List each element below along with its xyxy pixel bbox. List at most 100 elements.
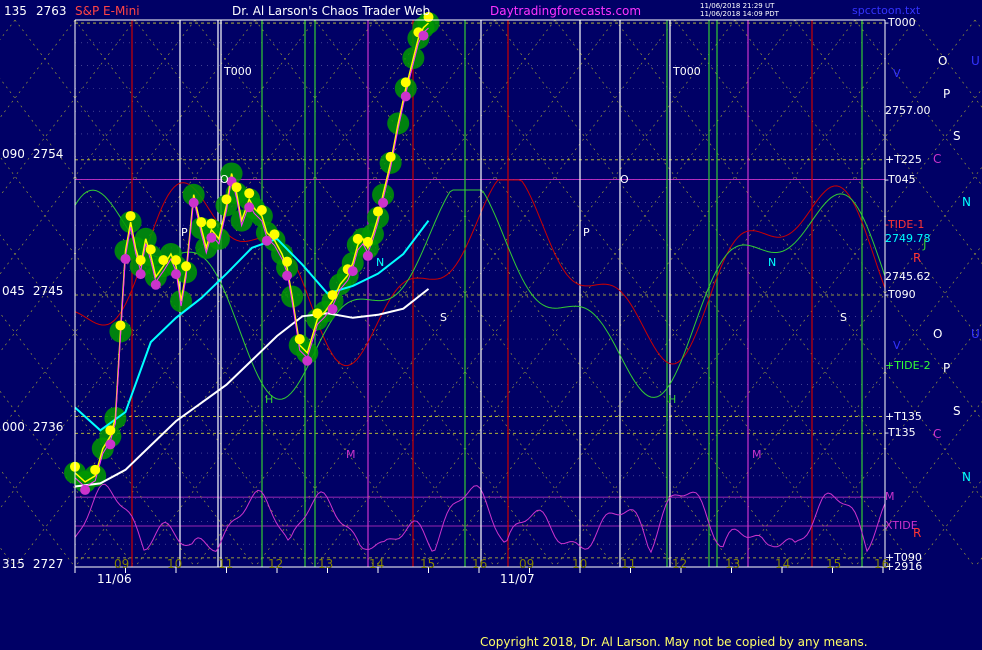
y-tick-2745: 045 2745	[2, 284, 64, 298]
planet-label: O	[933, 327, 943, 341]
y-tick-2727: 315 2727	[2, 557, 64, 571]
planet-label: O	[938, 54, 948, 68]
price-high-dot	[373, 206, 383, 217]
xtide-line	[74, 483, 886, 554]
price-high-dot	[244, 188, 255, 199]
price-high-dot	[327, 290, 338, 301]
price-high-dot	[385, 151, 396, 162]
planet-label: C	[933, 427, 942, 441]
right-label: -T135	[885, 426, 916, 440]
price-low-dot	[378, 197, 389, 208]
x-tick-15-day2: 15	[826, 557, 842, 571]
planet-label: P	[943, 361, 951, 375]
x-tick-11-day2: 11	[621, 557, 637, 571]
diagonal-lattice-line	[974, 557, 982, 568]
price-low-dot	[400, 91, 411, 102]
timestamp-ut: 11/06/2018 21:29 UT	[700, 2, 775, 10]
price-high-dot	[135, 255, 146, 266]
price-low-dot	[135, 269, 146, 280]
diagonal-lattice-line	[734, 244, 982, 568]
x-tick-13-day2: 13	[725, 557, 741, 571]
x-tick-12-day2: 12	[672, 557, 688, 571]
price-high-dot	[145, 244, 156, 255]
price-high-dot	[90, 464, 101, 475]
plot-marker: M	[752, 448, 762, 461]
date-label-1: 11/06	[97, 572, 132, 586]
right-label: +T225	[885, 152, 922, 166]
price-high-dot	[400, 77, 411, 88]
diagonal-lattice-line	[974, 19, 982, 30]
planet-label: U	[971, 54, 980, 68]
price-high-dot	[256, 205, 267, 216]
x-tick-09: 09	[114, 557, 130, 571]
price-high-dot	[125, 211, 136, 222]
price-high-dot	[115, 320, 126, 331]
price-high-dot	[196, 217, 207, 228]
price-high-dot	[221, 194, 232, 205]
right-label: +T135	[885, 409, 922, 423]
header-price: 2763	[36, 4, 67, 18]
planet-label: N	[962, 195, 971, 209]
right-label: -TIDE-1	[885, 218, 925, 232]
plot-marker: V	[893, 67, 901, 80]
site-name: Daytradingforecasts.com	[490, 4, 642, 18]
x-tick-09-day2: 09	[519, 557, 535, 571]
x-tick-14-day2: 14	[775, 557, 791, 571]
chart-title: Dr. Al Larson's Chaos Trader Web	[232, 4, 431, 18]
price-high-dot	[312, 308, 323, 319]
right-label: +2916	[885, 560, 923, 573]
right-label: -T045	[885, 172, 916, 186]
plot-marker: P	[583, 226, 590, 239]
planet-label: C	[933, 152, 942, 166]
price-high-dot	[352, 233, 363, 244]
vertical-time-lines	[131, 20, 863, 567]
diagonal-lattice-line	[674, 19, 982, 421]
diagonal-lattice-line	[734, 19, 982, 343]
slow-ma-line	[74, 288, 430, 488]
plot-marker: S	[440, 311, 447, 324]
plot-marker: P	[181, 226, 188, 239]
planet-label: P	[943, 87, 951, 101]
x-tick-11: 11	[218, 557, 234, 571]
price-low-dot	[302, 355, 313, 366]
planet-label: S	[953, 404, 961, 418]
diagonal-lattice-line	[674, 166, 982, 568]
planet-label: N	[962, 470, 971, 484]
x-tick-12: 12	[268, 557, 284, 571]
copyright-notice: Copyright 2018, Dr. Al Larson. May not b…	[480, 635, 868, 649]
plot-marker: S	[840, 311, 847, 324]
right-label: -T090	[885, 288, 916, 302]
price-low-dot	[282, 270, 293, 281]
y-tick-2736: 000 2736	[2, 420, 64, 434]
plot-marker: N	[376, 256, 385, 269]
header-angle: 135	[4, 4, 27, 18]
price-high-dot	[206, 218, 217, 229]
price-low-dot	[261, 235, 272, 246]
planet-label: R	[913, 526, 922, 540]
axes-frame	[74, 19, 886, 573]
price-high-dot	[231, 182, 242, 193]
price-low-dot	[188, 197, 199, 208]
planet-label: J	[923, 237, 927, 251]
plot-marker: O	[620, 173, 629, 186]
price-low-dot	[171, 269, 181, 280]
right-label: 2757.00	[885, 104, 931, 118]
x-tick-13: 13	[318, 557, 334, 571]
price-low-dot	[347, 266, 358, 277]
plot-marker: V	[893, 339, 901, 352]
plot-marker: H	[265, 393, 274, 406]
plot-marker: N	[768, 256, 777, 269]
price-low-dot	[362, 250, 373, 261]
price-high-dot	[181, 261, 192, 272]
diagonal-lattice-line	[854, 19, 982, 186]
price-high-dot	[362, 236, 373, 247]
price-low-dot	[327, 304, 338, 315]
x-tick-15: 15	[420, 557, 436, 571]
price-low-dot	[105, 439, 116, 450]
price-high-dot	[294, 334, 305, 345]
price-low-dot	[120, 253, 131, 264]
right-label: 2745.62	[885, 269, 931, 283]
plot-marker: T000	[673, 65, 701, 78]
price-high-dot	[171, 255, 181, 266]
planet-label: R	[913, 251, 922, 265]
